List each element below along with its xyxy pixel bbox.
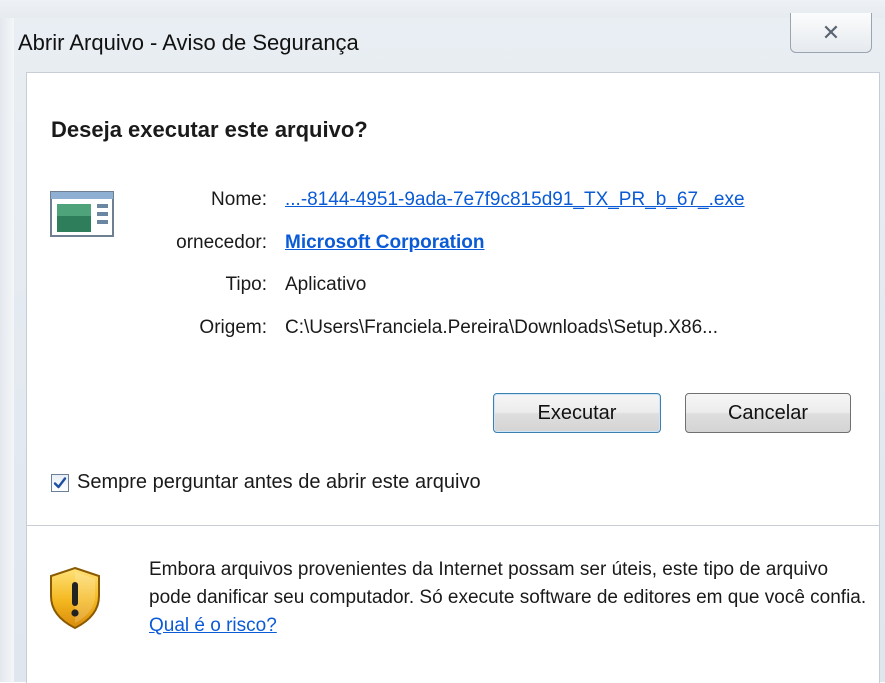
type-label: Tipo: — [225, 274, 267, 295]
origin-value: C:\Users\Franciela.Pereira\Downloads\Set… — [285, 317, 718, 338]
risk-link[interactable]: Qual é o risco? — [149, 615, 277, 636]
type-value: Aplicativo — [285, 274, 367, 295]
checkmark-icon — [53, 476, 67, 488]
shield-warning-icon — [50, 566, 100, 630]
warning-area: Embora arquivos provenientes da Internet… — [27, 526, 879, 683]
dialog-heading: Deseja executar este arquivo? — [51, 117, 368, 142]
always-ask-label: Sempre perguntar antes de abrir este arq… — [77, 471, 481, 493]
dialog-client-area: Deseja executar este arquivo? Nome: ...-… — [26, 72, 880, 683]
file-name-link[interactable]: ...-8144-4951-9ada-7e7f9c815d91_TX_PR_b_… — [285, 189, 745, 211]
frame-left-edge — [0, 0, 14, 682]
run-button[interactable]: Executar — [493, 393, 661, 433]
frame-top-edge — [0, 0, 885, 18]
cancel-button[interactable]: Cancelar — [685, 393, 851, 433]
window-title: Abrir Arquivo - Aviso de Segurança — [18, 30, 359, 55]
application-icon — [50, 191, 114, 237]
publisher-link[interactable]: Microsoft Corporation — [285, 232, 485, 254]
name-label: Nome: — [211, 189, 267, 210]
warning-message: Embora arquivos provenientes da Internet… — [149, 559, 867, 608]
close-icon: ✕ — [821, 19, 841, 45]
publisher-label: ornecedor: — [176, 232, 267, 253]
always-ask-row: Sempre perguntar antes de abrir este arq… — [51, 471, 481, 494]
warning-text-block: Embora arquivos provenientes da Internet… — [149, 556, 869, 640]
always-ask-checkbox[interactable] — [51, 473, 69, 492]
origin-label: Origem: — [199, 317, 267, 338]
close-button[interactable]: ✕ — [790, 13, 872, 53]
